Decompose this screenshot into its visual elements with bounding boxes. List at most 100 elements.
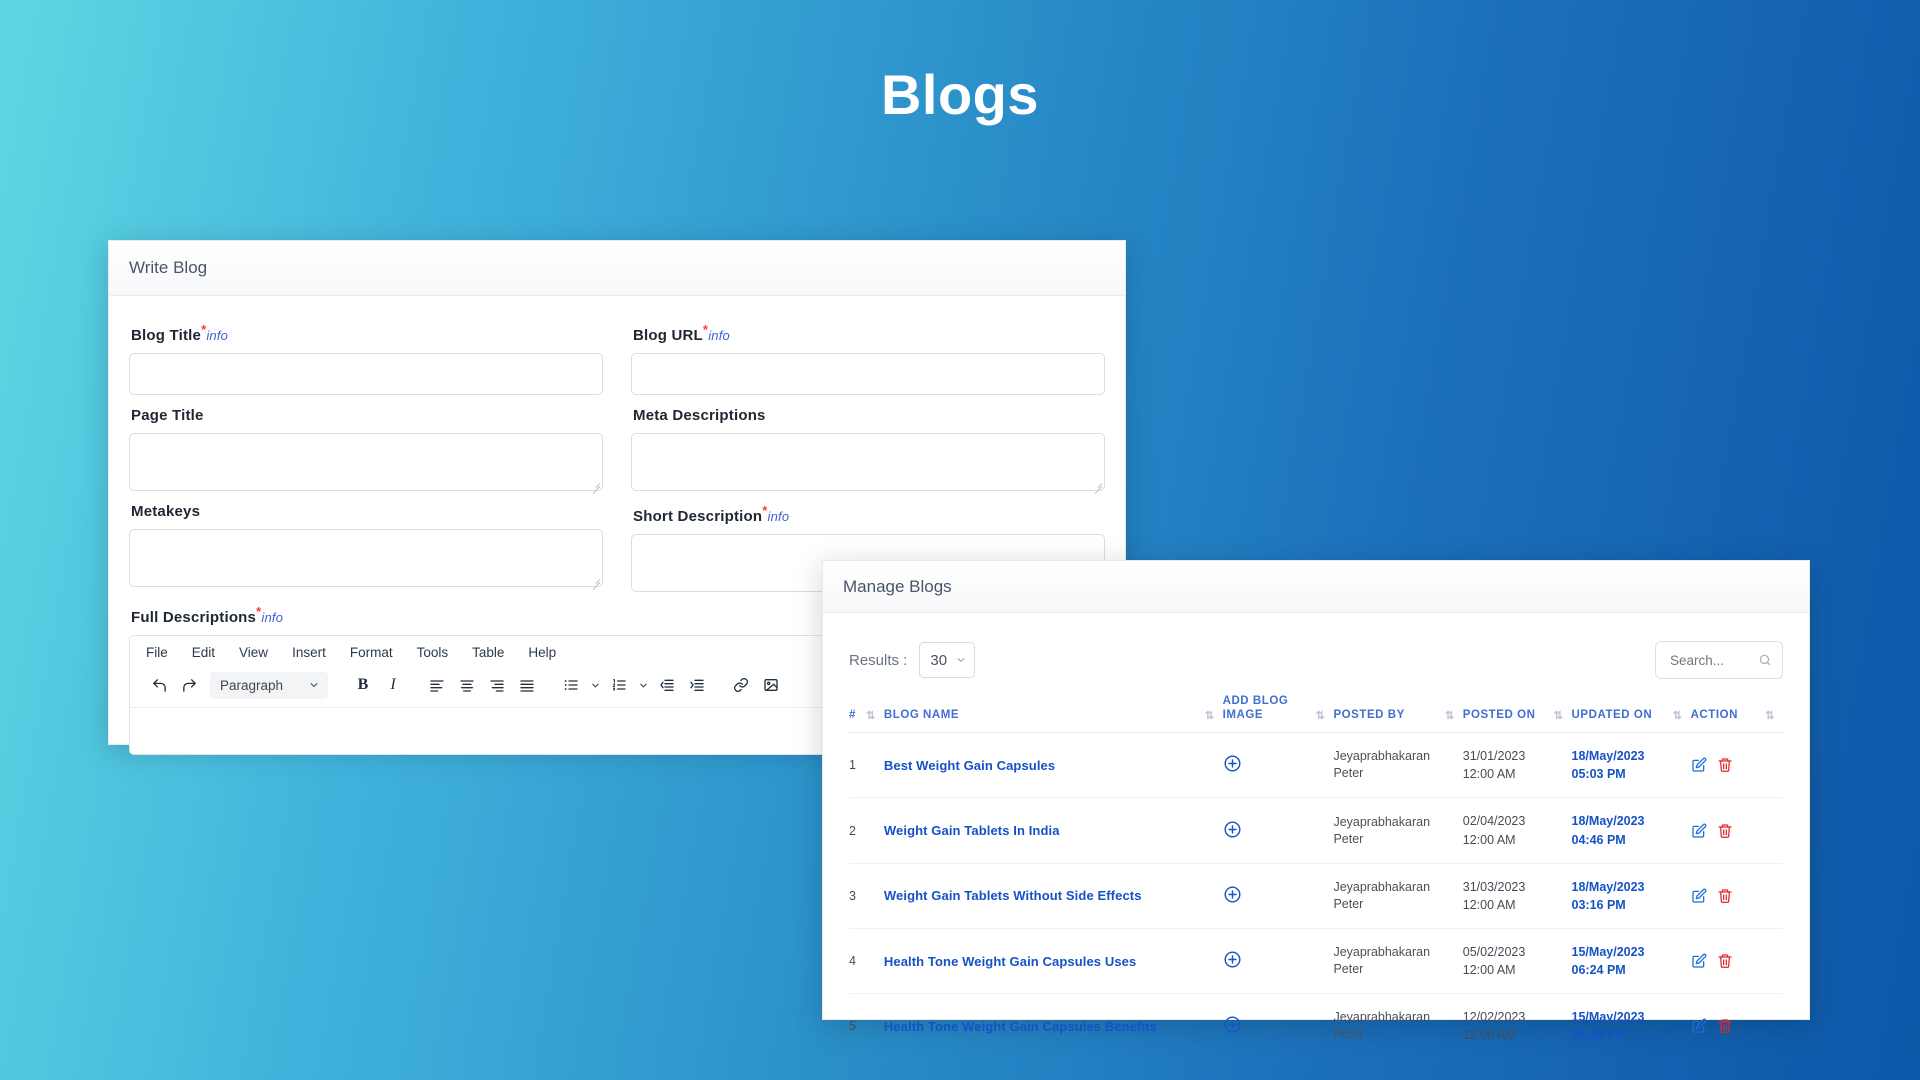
editor-menu-tools[interactable]: Tools	[417, 645, 449, 660]
plus-circle-icon[interactable]	[1223, 950, 1242, 969]
block-format-select[interactable]: Paragraph	[210, 672, 328, 699]
metakeys-textarea[interactable]	[129, 529, 603, 587]
blog-name-link[interactable]: Health Tone Weight Gain Capsules Uses	[884, 954, 1136, 969]
cell-blog-name: Weight Gain Tablets Without Side Effects	[884, 863, 1223, 928]
indent-icon[interactable]	[682, 671, 712, 699]
cell-blog-name: Weight Gain Tablets In India	[884, 798, 1223, 863]
italic-icon[interactable]: I	[378, 671, 408, 699]
chevron-down-icon	[955, 654, 967, 666]
search-input[interactable]	[1668, 652, 1754, 669]
meta-descriptions-label: Meta Descriptions	[633, 407, 1105, 424]
numbered-list-chevron-icon[interactable]	[634, 671, 652, 699]
column-header-blog-name[interactable]: BLOG NAME ⇅	[884, 695, 1223, 733]
sort-icon[interactable]: ⇅	[1205, 711, 1215, 722]
link-icon[interactable]	[726, 671, 756, 699]
align-center-icon[interactable]	[452, 671, 482, 699]
updated-on-value[interactable]: 18/May/202303:16 PM	[1572, 878, 1691, 914]
plus-circle-icon[interactable]	[1223, 820, 1242, 839]
page-title-textarea[interactable]	[129, 433, 603, 491]
meta-descriptions-textarea[interactable]	[631, 433, 1105, 491]
column-label-add-blog-image: ADD BLOG IMAGE	[1223, 695, 1310, 722]
info-link[interactable]: info	[206, 328, 228, 343]
editor-menu-table[interactable]: Table	[472, 645, 504, 660]
info-link[interactable]: info	[768, 509, 790, 524]
updated-on-value[interactable]: 18/May/202304:46 PM	[1572, 812, 1691, 848]
outdent-icon[interactable]	[652, 671, 682, 699]
align-right-icon[interactable]	[482, 671, 512, 699]
edit-icon[interactable]	[1691, 953, 1707, 969]
column-header-updated-on[interactable]: UPDATED ON ⇅	[1572, 695, 1691, 733]
blog-url-label-text: Blog URL	[633, 327, 703, 344]
search-box[interactable]	[1655, 641, 1783, 679]
edit-icon[interactable]	[1691, 757, 1707, 773]
field-metakeys: Metakeys	[129, 503, 603, 592]
cell-posted-by: Jeyaprabhakaran Peter	[1333, 798, 1462, 863]
column-header-posted-on[interactable]: POSTED ON ⇅	[1463, 695, 1572, 733]
info-link[interactable]: info	[261, 610, 283, 625]
column-header-index[interactable]: #⇅	[849, 695, 884, 733]
column-label-updated-on: UPDATED ON	[1572, 709, 1653, 723]
redo-icon[interactable]	[174, 671, 204, 699]
edit-icon[interactable]	[1691, 823, 1707, 839]
editor-menu-format[interactable]: Format	[350, 645, 393, 660]
editor-menu-file[interactable]: File	[146, 645, 168, 660]
align-left-icon[interactable]	[422, 671, 452, 699]
column-header-add-blog-image[interactable]: ADD BLOG IMAGE ⇅	[1223, 695, 1334, 733]
sort-icon[interactable]: ⇅	[1316, 711, 1326, 722]
blog-title-label-text: Blog Title	[131, 327, 201, 344]
sort-icon[interactable]: ⇅	[1673, 711, 1683, 722]
delete-icon[interactable]	[1717, 888, 1733, 904]
delete-icon[interactable]	[1717, 757, 1733, 773]
blog-title-input[interactable]	[129, 353, 603, 395]
bullet-list-icon[interactable]	[556, 671, 586, 699]
column-label-posted-on: POSTED ON	[1463, 709, 1536, 723]
bullet-list-chevron-icon[interactable]	[586, 671, 604, 699]
editor-menu-help[interactable]: Help	[528, 645, 556, 660]
blogs-table-head: #⇅ BLOG NAME⇅ ADD BLOG IMAGE⇅ POSTED BY⇅…	[849, 695, 1783, 733]
blog-url-input[interactable]	[631, 353, 1105, 395]
page-title-label: Page Title	[131, 407, 603, 424]
posted-on-value: 31/01/202312:00 AM	[1463, 747, 1572, 783]
updated-on-value[interactable]: 18/May/202305:03 PM	[1572, 747, 1691, 783]
cell-action	[1691, 733, 1783, 798]
info-link[interactable]: info	[708, 328, 730, 343]
delete-icon[interactable]	[1717, 1018, 1733, 1034]
sort-icon[interactable]: ⇅	[1765, 711, 1775, 722]
manage-blogs-toolbar: Results : 30	[849, 629, 1783, 695]
column-header-action[interactable]: ACTION⇅	[1691, 695, 1783, 733]
editor-menu-view[interactable]: View	[239, 645, 268, 660]
column-header-posted-by[interactable]: POSTED BY⇅	[1333, 695, 1462, 733]
row-actions	[1691, 1018, 1783, 1034]
delete-icon[interactable]	[1717, 953, 1733, 969]
meta-descriptions-wrap	[631, 433, 1105, 491]
blog-url-label: Blog URL*info	[633, 322, 1105, 344]
blog-name-link[interactable]: Health Tone Weight Gain Capsules Benefit…	[884, 1019, 1157, 1034]
image-icon[interactable]	[756, 671, 786, 699]
sort-icon[interactable]: ⇅	[866, 711, 876, 722]
align-justify-icon[interactable]	[512, 671, 542, 699]
sort-icon[interactable]: ⇅	[1554, 711, 1564, 722]
delete-icon[interactable]	[1717, 823, 1733, 839]
edit-icon[interactable]	[1691, 1018, 1707, 1034]
blog-name-link[interactable]: Weight Gain Tablets In India	[884, 823, 1060, 838]
posted-on-value: 02/04/202312:00 AM	[1463, 812, 1572, 848]
sort-icon[interactable]: ⇅	[1445, 711, 1455, 722]
numbered-list-icon[interactable]	[604, 671, 634, 699]
updated-on-value[interactable]: 15/May/202306:24 PM	[1572, 943, 1691, 979]
blog-name-link[interactable]: Weight Gain Tablets Without Side Effects	[884, 888, 1142, 903]
editor-menu-edit[interactable]: Edit	[192, 645, 215, 660]
column-label-index: #	[849, 709, 856, 723]
blog-name-link[interactable]: Best Weight Gain Capsules	[884, 758, 1055, 773]
bold-icon[interactable]: B	[348, 671, 378, 699]
column-label-blog-name: BLOG NAME	[884, 709, 959, 723]
field-page-title: Page Title	[129, 407, 603, 491]
plus-circle-icon[interactable]	[1223, 885, 1242, 904]
plus-circle-icon[interactable]	[1223, 1015, 1242, 1034]
results-per-page-select[interactable]: 30	[919, 642, 975, 678]
edit-icon[interactable]	[1691, 888, 1707, 904]
editor-menu-insert[interactable]: Insert	[292, 645, 326, 660]
plus-circle-icon[interactable]	[1223, 754, 1242, 773]
field-blog-url: Blog URL*info	[631, 322, 1105, 395]
undo-icon[interactable]	[144, 671, 174, 699]
updated-on-value[interactable]: 15/May/202305:48 PM	[1572, 1008, 1691, 1044]
